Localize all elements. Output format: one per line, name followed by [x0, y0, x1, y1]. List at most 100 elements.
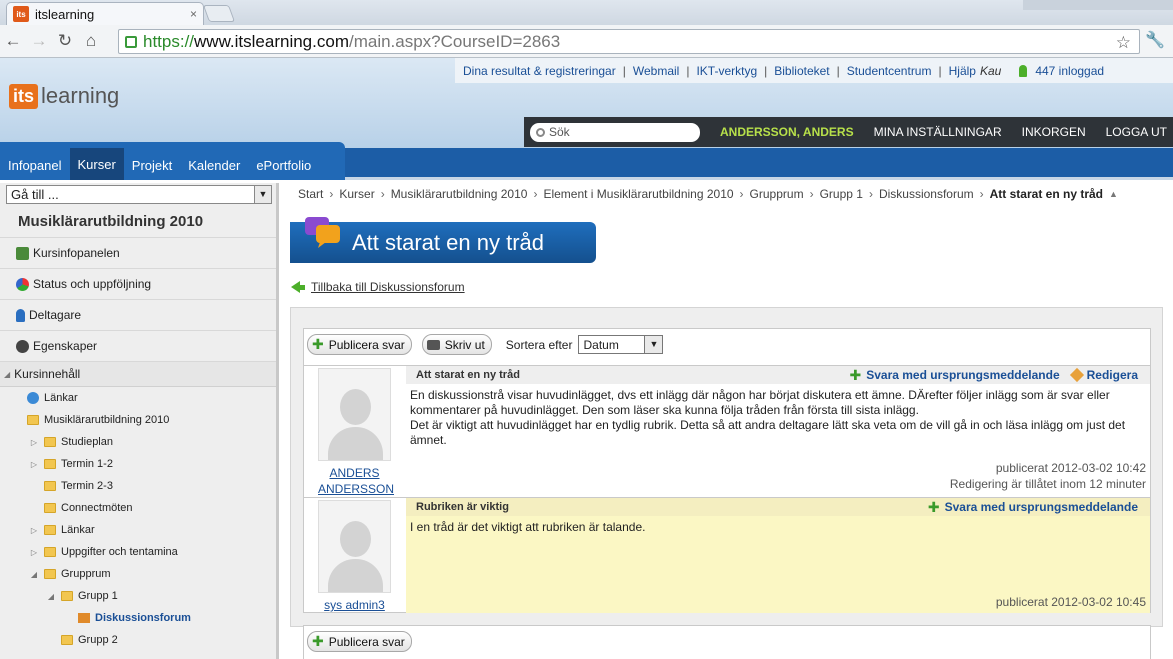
sidebar-item-deltagare[interactable]: Deltagare	[0, 300, 276, 331]
tree-item[interactable]: ◢ Grupp 1	[0, 585, 276, 607]
breadcrumb-link[interactable]: Element i Musiklärarutbildning 2010	[543, 187, 733, 201]
breadcrumb-link[interactable]: Grupprum	[750, 187, 804, 201]
folder-icon	[44, 503, 56, 513]
expand-toggle-icon[interactable]: ◢	[46, 592, 56, 601]
window-controls	[1023, 0, 1173, 10]
reply-with-quote-button[interactable]: ✚ Svara med ursprungsmeddelande	[850, 367, 1060, 384]
user-name-link[interactable]: ANDERSSON, ANDERS	[720, 125, 854, 139]
reply-label: Svara med ursprungsmeddelande	[866, 368, 1060, 382]
tree-item[interactable]: ▷ Uppgifter och tentamina	[0, 541, 276, 563]
folder-icon	[44, 525, 56, 535]
online-count-label: 447 inloggad	[1035, 63, 1105, 78]
new-tab-button[interactable]	[202, 5, 236, 22]
tree-item[interactable]: Termin 2-3	[0, 475, 276, 497]
sidebar-item-egenskaper[interactable]: Egenskaper	[0, 331, 276, 362]
expand-toggle-icon[interactable]: ◢	[29, 570, 39, 579]
inbox-link[interactable]: INKORGEN	[1022, 125, 1086, 139]
breadcrumb-link[interactable]: Kurser	[339, 187, 374, 201]
tree-item[interactable]: Länkar	[0, 387, 276, 409]
tree-item[interactable]: ▷ Termin 1-2	[0, 453, 276, 475]
separator: |	[764, 63, 768, 78]
print-button[interactable]: Skriv ut	[421, 334, 492, 355]
tab-close-icon[interactable]: ×	[190, 7, 197, 21]
tree-item-label: Diskussionsforum	[95, 612, 191, 624]
settings-link[interactable]: MINA INSTÄLLNINGAR	[874, 125, 1002, 139]
nav-kalender[interactable]: Kalender	[180, 158, 248, 173]
chevron-down-icon[interactable]: ▼	[644, 336, 663, 353]
expand-toggle-icon[interactable]: ▷	[29, 548, 39, 557]
author-link[interactable]: ANDERS ANDERSSON	[318, 465, 394, 497]
publish-reply-button[interactable]: ✚ Publicera svar	[307, 631, 412, 652]
link-webmail[interactable]: Webmail	[633, 64, 679, 78]
browser-tab[interactable]: its itslearning ×	[6, 2, 204, 25]
post-body: En diskussionstrå visar huvudinlägget, d…	[410, 388, 1126, 447]
nav-kurser[interactable]: Kurser	[69, 148, 124, 180]
sidebar-item-kursinfopanelen[interactable]: Kursinfopanelen	[0, 238, 276, 269]
course-content-header[interactable]: ◢ Kursinnehåll	[0, 362, 276, 387]
goto-select[interactable]: Gå till ... ▼	[6, 185, 272, 204]
reply-with-quote-button[interactable]: ✚ Svara med ursprungsmeddelande	[928, 499, 1138, 516]
browser-toolbar: ← → ↻ ⌂ https://www.itslearning.com/main…	[0, 25, 1173, 58]
nav-infopanel[interactable]: Infopanel	[0, 158, 70, 173]
tree-item[interactable]: Connectmöten	[0, 497, 276, 519]
back-to-forum-link[interactable]: Tillbaka till Diskussionsforum	[291, 280, 465, 294]
tree-item[interactable]: Diskussionsforum	[0, 607, 276, 629]
link-hjalp[interactable]: Hjälp	[949, 64, 976, 78]
reload-icon[interactable]: ↻	[52, 31, 78, 51]
home-icon[interactable]: ⌂	[78, 31, 104, 51]
link-results[interactable]: Dina resultat & registreringar	[463, 64, 616, 78]
tree-item-label: Länkar	[61, 524, 95, 536]
search-input[interactable]: Sök	[530, 122, 700, 142]
course-title[interactable]: Musiklärarutbildning 2010	[0, 206, 276, 238]
chevron-down-icon[interactable]: ▼	[254, 186, 271, 203]
expand-toggle-icon[interactable]: ▷	[29, 438, 39, 447]
breadcrumb-link[interactable]: Start	[298, 187, 323, 201]
sidebar-item-status[interactable]: Status och uppföljning	[0, 269, 276, 300]
nav-eportfolio[interactable]: ePortfolio	[248, 158, 319, 173]
pencil-icon	[1069, 367, 1084, 383]
folder-icon	[44, 481, 56, 491]
expand-toggle-icon[interactable]: ▷	[29, 460, 39, 469]
post-subject-label: Rubriken är viktig	[416, 501, 509, 513]
itslearning-logo[interactable]: its learning	[9, 83, 119, 109]
sort-select[interactable]: Datum ▼	[578, 335, 664, 354]
tree-item[interactable]: Grupp 2	[0, 629, 276, 651]
bookmark-star-icon[interactable]: ☆	[1116, 33, 1131, 53]
breadcrumb-link[interactable]: Diskussionsforum	[879, 187, 974, 201]
online-count[interactable]: 447 inloggad	[1019, 64, 1104, 78]
link-biblioteket[interactable]: Biblioteket	[774, 64, 829, 78]
publish-reply-button[interactable]: ✚ Publicera svar	[307, 334, 412, 355]
tree-item[interactable]: Musiklärarutbildning 2010	[0, 409, 276, 431]
link-studentcentrum[interactable]: Studentcentrum	[847, 64, 932, 78]
breadcrumb-separator: ›	[533, 187, 538, 201]
wrench-icon[interactable]: 🔧	[1145, 30, 1165, 50]
gear-icon	[16, 339, 29, 353]
link-ikt-verktyg[interactable]: IKT-verktyg	[696, 64, 757, 78]
person-online-icon	[1019, 64, 1028, 77]
folder-icon	[44, 437, 56, 447]
publish-label: Publicera svar	[328, 337, 405, 352]
collapse-icon[interactable]: ◢	[4, 370, 10, 379]
author-link[interactable]: sys admin3	[318, 597, 391, 613]
tree-item[interactable]: ▷ Studieplan	[0, 431, 276, 453]
logo-learning: learning	[41, 83, 120, 108]
tree-item-label: Uppgifter och tentamina	[61, 546, 178, 558]
back-arrow-icon[interactable]: ←	[0, 31, 26, 51]
address-bar[interactable]: https://www.itslearning.com/main.aspx?Co…	[118, 29, 1140, 54]
tree-item[interactable]: ◢ Grupprum	[0, 563, 276, 585]
breadcrumb-separator: ›	[979, 187, 984, 201]
separator: |	[686, 63, 690, 78]
expand-toggle-icon[interactable]: ▷	[29, 526, 39, 535]
tree-item[interactable]: ▷ Länkar	[0, 519, 276, 541]
institution-name: Kau	[979, 63, 1002, 78]
nav-projekt[interactable]: Projekt	[124, 158, 180, 173]
folder-icon	[61, 635, 73, 645]
forum-icon	[78, 613, 90, 623]
logout-link[interactable]: LOGGA UT	[1106, 125, 1167, 139]
collapse-up-icon[interactable]: ▲	[1109, 189, 1118, 199]
forward-arrow-icon[interactable]: →	[26, 31, 52, 51]
breadcrumb-link[interactable]: Musiklärarutbildning 2010	[391, 187, 528, 201]
edit-button[interactable]: Redigera	[1069, 367, 1138, 383]
pie-chart-icon	[16, 277, 29, 291]
breadcrumb-link[interactable]: Grupp 1	[820, 187, 863, 201]
